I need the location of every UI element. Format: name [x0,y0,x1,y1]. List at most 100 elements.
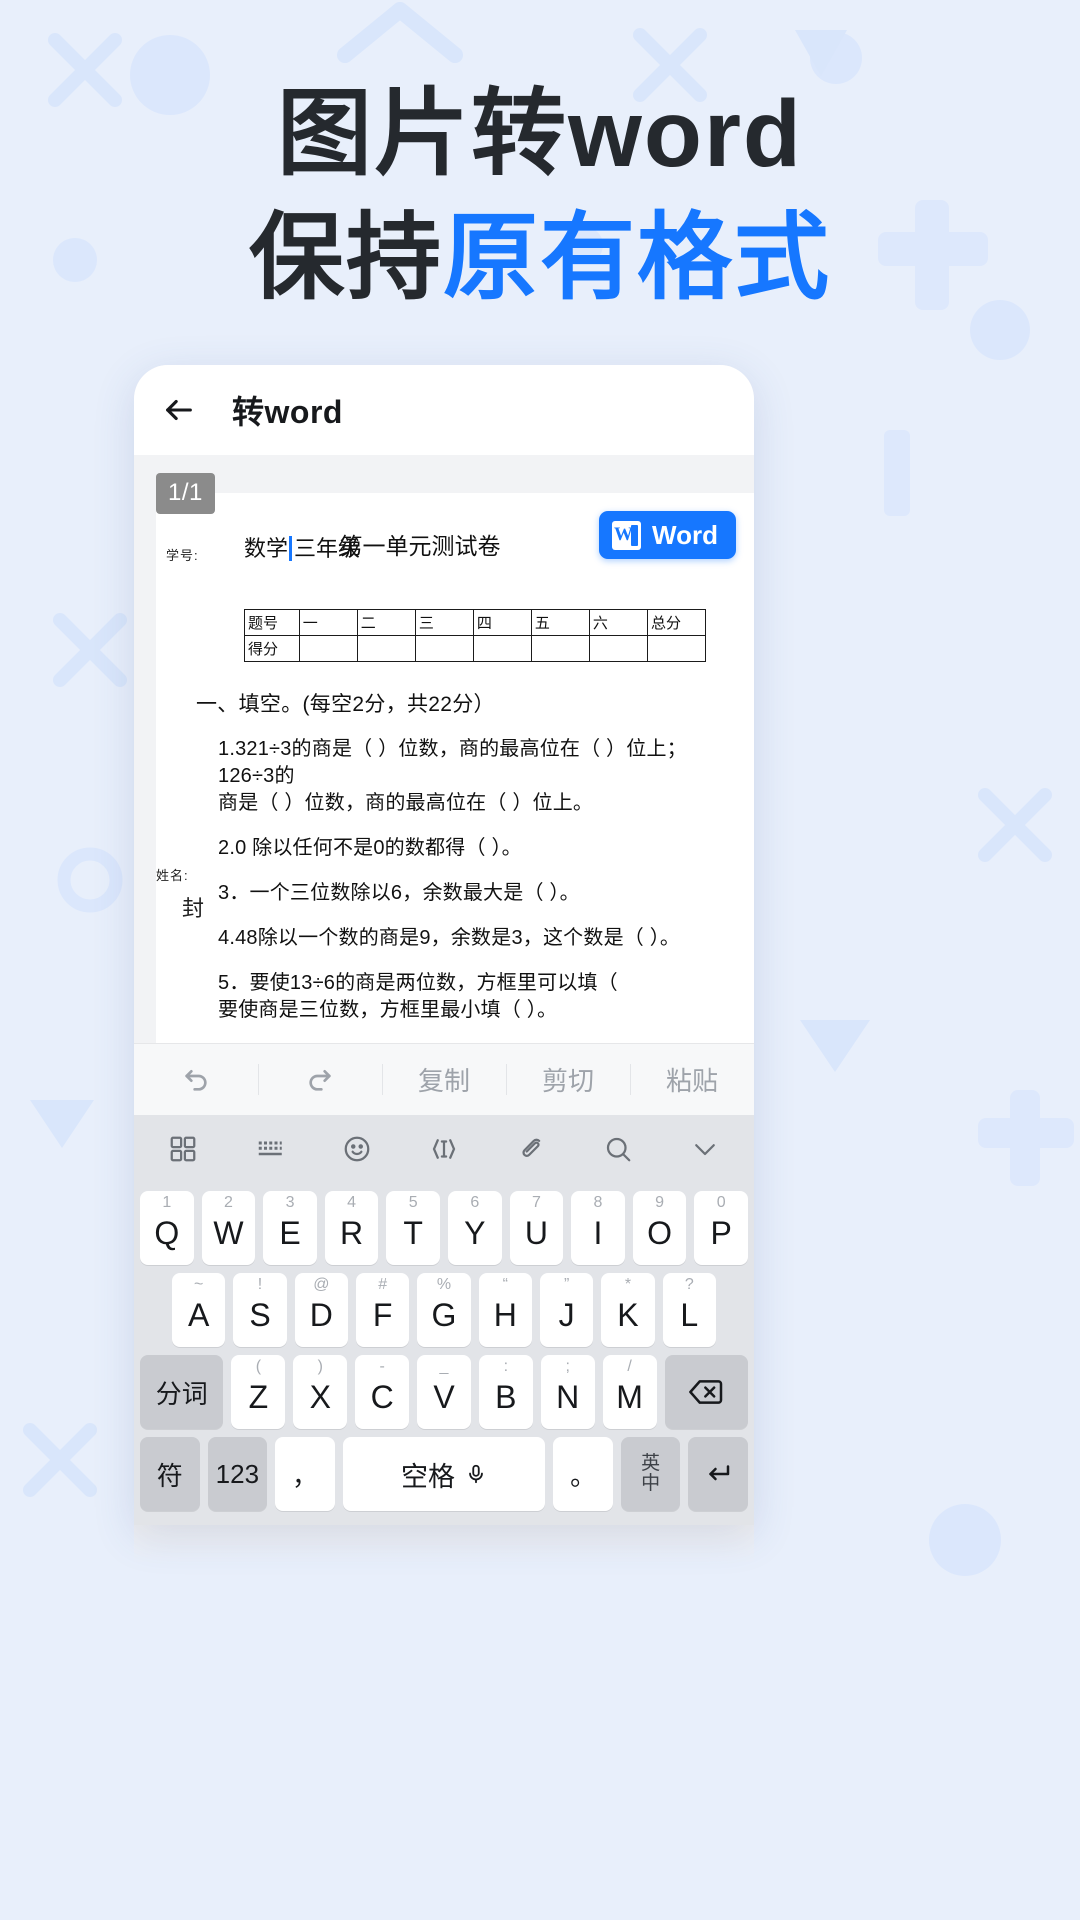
key-l[interactable]: ? L [662,1273,716,1347]
undo-button[interactable] [134,1044,258,1115]
key-sup-label: 2 [223,1194,233,1211]
key-symbols[interactable]: 符 [140,1437,200,1511]
doc-question: 2.0 除以任何不是0的数都得（ ）。 [218,837,522,859]
keyboard-row-4: 符 123 ， 空格 。 英 中 [134,1437,754,1511]
key-k[interactable]: * K [601,1273,655,1347]
key-u[interactable]: 7U [509,1191,564,1265]
key-period[interactable]: 。 [553,1437,613,1511]
keyboard-row-3: 分词 (Z) X - C _ V: B; N / M [134,1355,754,1429]
key-label: L [680,1296,699,1333]
key-t[interactable]: 5T [386,1191,440,1265]
cut-button[interactable]: 剪切 [506,1044,630,1115]
copy-button[interactable]: 复制 [382,1044,506,1115]
key-y[interactable]: 6Y [448,1191,502,1265]
key-sup-label: 3 [285,1194,295,1211]
redo-icon [309,1069,331,1091]
promo-headline: 图片转word 保持原有格式 [0,78,1080,314]
key-label: T [403,1214,423,1251]
key-e[interactable]: 3E [263,1191,317,1265]
table-cell [646,635,707,662]
key-j[interactable]: ” J [539,1273,594,1347]
key-label: 。 [570,1460,597,1491]
key-o[interactable]: 9O [632,1191,687,1265]
key-f[interactable]: # F [356,1273,410,1347]
key-numbers[interactable]: 123 [207,1437,268,1511]
key-m[interactable]: / M [602,1355,657,1429]
search-icon[interactable] [595,1126,641,1172]
key-label: 分词 [155,1378,208,1409]
key-label: J [558,1296,575,1333]
key-label: G [431,1296,457,1333]
page-title: 转word [232,394,343,430]
doc-question-line: 5．要使13÷6的商是两位数，方框里可以填（ [218,972,618,994]
key-p[interactable]: 0P [694,1191,748,1265]
key-i[interactable]: 8I [571,1191,625,1265]
table-cell: 一 [298,609,358,636]
key-backspace[interactable] [664,1355,748,1429]
document-viewer[interactable]: 1/1 W Word 学号: 数学三年级 第一单元测试卷 姓名: 封 班级: 题… [134,455,754,1043]
grid-apps-icon[interactable] [160,1126,206,1172]
table-cell [472,635,532,662]
redo-button[interactable] [258,1044,382,1115]
key-label: E [279,1214,301,1251]
key-q[interactable]: 1Q [140,1191,194,1265]
key-sup-label: ( [255,1358,262,1375]
doc-question: 1.321÷3的商是（ ）位数，商的最高位在（ ）位上；126÷3的 商是（ ）… [218,736,730,817]
key-sup-label: 1 [162,1194,172,1211]
doc-question: 5．要使13÷6的商是两位数，方框里可以填（ 要使商是三位数，方框里最小填（ ）… [218,970,730,1024]
headline-line-1: 图片转word [277,81,803,187]
key-s[interactable]: ! S [233,1273,287,1347]
key-a[interactable]: ~ A [172,1273,226,1347]
edit-toolbar: 复制 剪切 粘贴 [134,1043,754,1115]
doc-label-seal: 封 [182,896,206,921]
document-page[interactable]: W Word 学号: 数学三年级 第一单元测试卷 姓名: 封 班级: 题号 一 … [156,493,754,1043]
handwriting-icon[interactable] [508,1126,554,1172]
doc-question: 4.48除以一个数的商是9，余数是3，这个数是（ ）。 [218,927,681,949]
table-cell [298,635,358,662]
app-header: 转word [134,365,754,455]
key-sup-label: ” [563,1276,570,1293]
key-language-toggle[interactable]: 英 中 [620,1437,681,1511]
backspace-icon [689,1380,723,1404]
text-cursor-icon[interactable] [421,1126,467,1172]
doc-section-heading-1: 一、填空。(每空2分，共22分） [196,693,495,716]
paste-button[interactable]: 粘贴 [630,1044,754,1115]
key-label: V [433,1378,455,1415]
key-sup-label: * [624,1276,632,1293]
key-g[interactable]: % G [417,1273,471,1347]
key-space[interactable]: 空格 [342,1437,546,1511]
key-label: P [710,1214,732,1251]
key-label: Z [248,1378,269,1415]
table-cell: 得分 [244,635,300,662]
key-v[interactable]: _ V [417,1355,471,1429]
key-label: H [493,1296,517,1333]
chevron-down-icon[interactable] [682,1126,728,1172]
key-comma[interactable]: ， [275,1437,335,1511]
key-b[interactable]: :B [478,1355,533,1429]
key-x[interactable]: ) X [293,1355,348,1429]
key-enter[interactable] [688,1437,749,1511]
emoji-icon[interactable] [334,1126,380,1172]
key-label: N [556,1378,580,1415]
key-label: X [309,1378,331,1415]
key-c[interactable]: -C [355,1355,410,1429]
back-arrow-icon[interactable] [160,391,198,429]
key-z[interactable]: (Z [231,1355,286,1429]
key-label: U [524,1214,548,1251]
table-cell: 总分 [646,609,707,636]
page-indicator-badge: 1/1 [156,473,215,514]
key-fenci[interactable]: 分词 [140,1355,224,1429]
table-row: 题号 一 二 三 四 五 六 总分 [244,609,707,636]
table-cell: 六 [588,609,648,636]
table-cell [356,635,416,662]
key-sup-label: 7 [531,1194,541,1211]
table-cell: 四 [472,609,532,636]
keyboard-icon[interactable] [247,1126,293,1172]
key-n[interactable]: ; N [540,1355,595,1429]
key-r[interactable]: 4R [324,1191,379,1265]
key-d[interactable]: @ D [294,1273,348,1347]
key-w[interactable]: 2W [201,1191,256,1265]
doc-label-name: 姓名: [156,868,189,883]
key-label: D [309,1296,333,1333]
key-h[interactable]: “H [478,1273,532,1347]
